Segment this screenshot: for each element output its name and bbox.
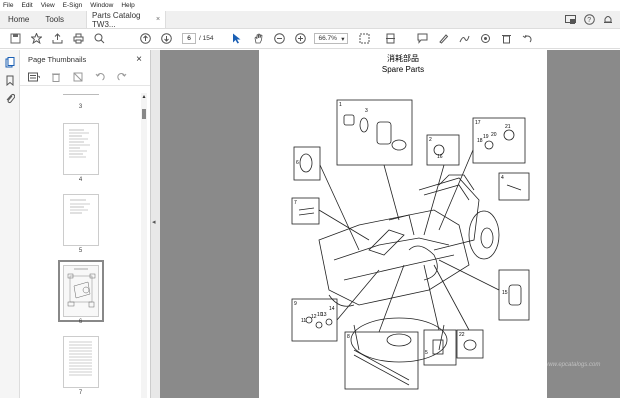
options-menu-icon[interactable] (28, 71, 40, 83)
scroll-mode-icon[interactable] (384, 33, 396, 45)
callout-22: 22 (459, 332, 465, 338)
menu-edit[interactable]: Edit (21, 2, 32, 9)
extract-page-icon[interactable] (72, 71, 84, 83)
callout-17: 17 (475, 120, 481, 126)
thumbnail-page-4[interactable] (63, 123, 99, 175)
upload-icon[interactable] (51, 33, 63, 45)
pdf-page: 消耗部品 Spare Parts 1 2 3 4 5 6 7 8 9 10 11… (259, 50, 547, 398)
stamp-icon[interactable] (479, 33, 491, 45)
callout-12: 12 (311, 314, 317, 320)
callout-8: 8 (347, 334, 350, 340)
page-navigator: / 154 (182, 33, 213, 44)
thumbnails-panel: Page Thumbnails × 3 4 5 6 7 (20, 50, 151, 398)
callout-2: 2 (429, 137, 432, 143)
attachment-icon[interactable] (4, 92, 16, 104)
menu-esign[interactable]: E-Sign (63, 2, 83, 9)
tab-document[interactable]: Parts Catalog TW3... × (86, 10, 167, 29)
draw-icon[interactable] (458, 33, 470, 45)
bookmark-icon[interactable] (4, 74, 16, 86)
callout-5: 5 (425, 350, 428, 356)
menu-view[interactable]: View (41, 2, 55, 9)
thumbnail-page-6[interactable] (58, 260, 104, 322)
menu-bar: File Edit View E-Sign Window Help (0, 0, 620, 11)
thumbnails-icon[interactable] (4, 56, 16, 68)
help-icon[interactable]: ? (583, 14, 595, 26)
parts-diagram: 1 2 3 4 5 6 7 8 9 10 11 12 13 14 15 16 1… (291, 99, 530, 390)
save-icon[interactable] (9, 33, 21, 45)
thumbnail-label-3: 3 (78, 104, 83, 110)
callout-13: 13 (321, 312, 327, 318)
hand-icon[interactable] (252, 33, 264, 45)
watermark: www.epcatalogs.com (544, 362, 601, 368)
delete-icon[interactable] (500, 33, 512, 45)
thumbnail-page-5[interactable] (63, 194, 99, 246)
menu-file[interactable]: File (3, 2, 13, 9)
undo-icon[interactable] (521, 33, 533, 45)
page-total: / 154 (199, 35, 214, 42)
highlight-icon[interactable] (437, 33, 449, 45)
next-page-icon[interactable] (160, 33, 172, 45)
zoom-out-icon[interactable] (273, 33, 285, 45)
zoom-value: 66.7% (318, 35, 337, 42)
cursor-icon[interactable] (231, 33, 243, 45)
rotate-right-icon[interactable] (116, 71, 128, 83)
rotate-left-icon[interactable] (94, 71, 106, 83)
zoom-select[interactable]: 66.7% ▾ (314, 33, 349, 44)
callout-9: 9 (294, 301, 297, 307)
callout-11: 11 (301, 318, 306, 324)
callout-21: 21 (505, 124, 511, 130)
callout-15: 15 (502, 290, 508, 296)
callout-6: 6 (296, 160, 299, 166)
close-icon[interactable]: × (156, 16, 160, 23)
callout-20: 20 (491, 132, 497, 138)
thumbnail-scrollbar[interactable]: ▴ (141, 93, 147, 398)
tab-tools[interactable]: Tools (37, 11, 72, 28)
panel-toolbar (20, 68, 150, 86)
search-icon[interactable] (93, 33, 105, 45)
document-canvas[interactable]: 消耗部品 Spare Parts 1 2 3 4 5 6 7 8 9 10 11… (160, 50, 620, 398)
scroll-up-icon[interactable]: ▴ (141, 93, 147, 100)
previous-page-icon[interactable] (139, 33, 151, 45)
chevron-down-icon: ▾ (341, 35, 345, 43)
thumbnail-list: 3 4 5 6 7 (20, 90, 141, 398)
panel-splitter[interactable]: ◂ (151, 50, 160, 398)
callout-14: 14 (329, 306, 335, 312)
tab-document-label: Parts Catalog TW3... (92, 10, 141, 29)
thumbnail-label-6: 6 (78, 319, 83, 325)
thumbnail-label-5: 5 (78, 248, 83, 254)
menu-help[interactable]: Help (121, 2, 134, 9)
tab-home[interactable]: Home (0, 11, 37, 28)
svg-text:?: ? (587, 17, 591, 24)
zoom-in-icon[interactable] (294, 33, 306, 45)
panel-close-icon[interactable]: × (136, 54, 142, 65)
print-icon[interactable] (72, 33, 84, 45)
fit-page-icon[interactable] (358, 33, 370, 45)
panel-title: Page Thumbnails (28, 54, 87, 64)
toolbar: / 154 66.7% ▾ (0, 29, 620, 49)
menu-window[interactable]: Window (90, 2, 113, 9)
collapse-panel-icon[interactable]: ◂ (152, 218, 156, 226)
thumbnail-page-7[interactable] (63, 336, 99, 388)
share-screen-icon[interactable] (564, 14, 576, 26)
callout-19: 19 (483, 134, 489, 140)
callout-18: 18 (477, 138, 483, 144)
scrollbar-thumb[interactable] (142, 109, 146, 119)
star-icon[interactable] (30, 33, 42, 45)
thumbnail-edge (63, 94, 99, 95)
tab-bar: Home Tools Parts Catalog TW3... × ? (0, 11, 620, 29)
callout-3: 3 (365, 108, 368, 114)
bell-icon[interactable] (602, 14, 614, 26)
callout-16: 16 (437, 154, 443, 160)
callout-4: 4 (501, 175, 504, 181)
page-number-input[interactable] (182, 33, 196, 44)
callout-1: 1 (339, 102, 342, 108)
callout-7: 7 (294, 200, 297, 206)
delete-page-icon[interactable] (50, 71, 62, 83)
thumbnail-label-4: 4 (78, 177, 83, 183)
thumbnail-label-7: 7 (78, 390, 83, 396)
left-rail (0, 50, 20, 398)
comment-icon[interactable] (416, 33, 428, 45)
